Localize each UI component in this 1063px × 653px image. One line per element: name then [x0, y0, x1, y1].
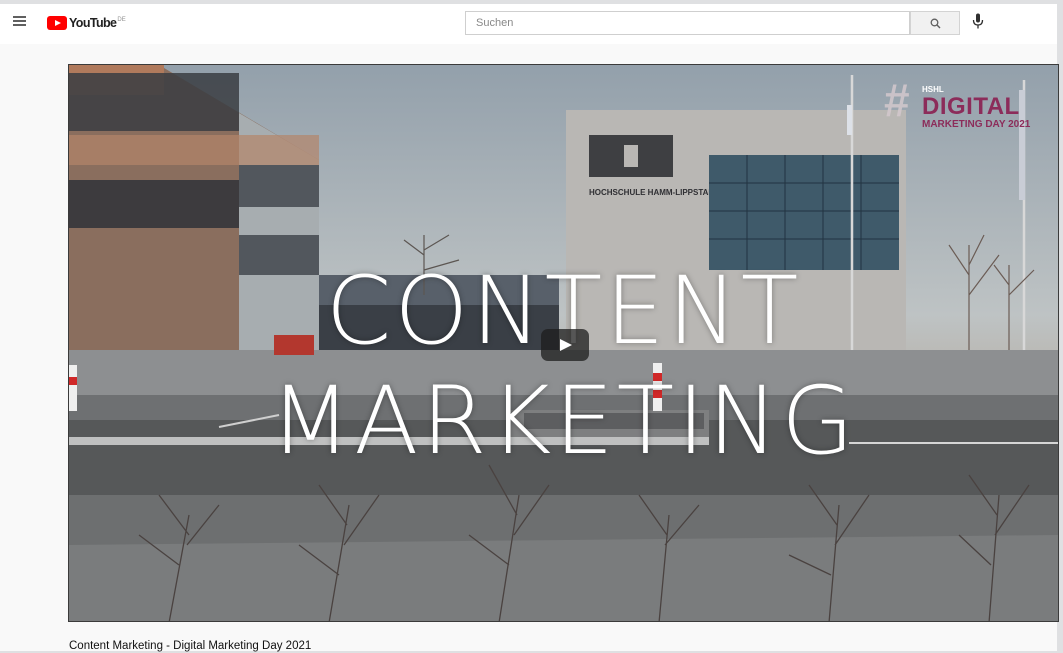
video-overlay-title: CONTENT MARKETING [269, 257, 858, 476]
building-sign-text: HOCHSCHULE HAMM-LIPPSTADT [589, 188, 719, 197]
brand-hash-symbol: # [884, 74, 910, 126]
logo-wordmark: YouTube [69, 16, 117, 30]
microphone-icon[interactable] [972, 13, 984, 30]
hamburger-menu-icon[interactable] [13, 16, 26, 26]
search-input[interactable]: Suchen [465, 11, 910, 35]
youtube-play-logo-icon [47, 16, 67, 30]
youtube-logo[interactable]: YouTube DE [47, 16, 126, 30]
brand-subtitle: MARKETING DAY 2021 [922, 119, 1031, 130]
top-bar: YouTube DE Suchen [0, 4, 1057, 44]
country-code: DE [117, 17, 126, 23]
video-player[interactable]: HOCHSCHULE HAMM-LIPPSTADT CONTENT MARKET… [68, 64, 1059, 622]
search-button[interactable] [910, 11, 960, 35]
youtube-page: YouTube DE Suchen HOCHSCHULE HAMM-LIPPST… [0, 4, 1059, 652]
play-button[interactable] [541, 329, 589, 361]
search-icon [930, 18, 941, 29]
brand-word: DIGITAL [922, 93, 1020, 120]
hshl-digital-brand-logo: # HSHL DIGITAL MARKETING DAY 2021 [884, 74, 1054, 139]
